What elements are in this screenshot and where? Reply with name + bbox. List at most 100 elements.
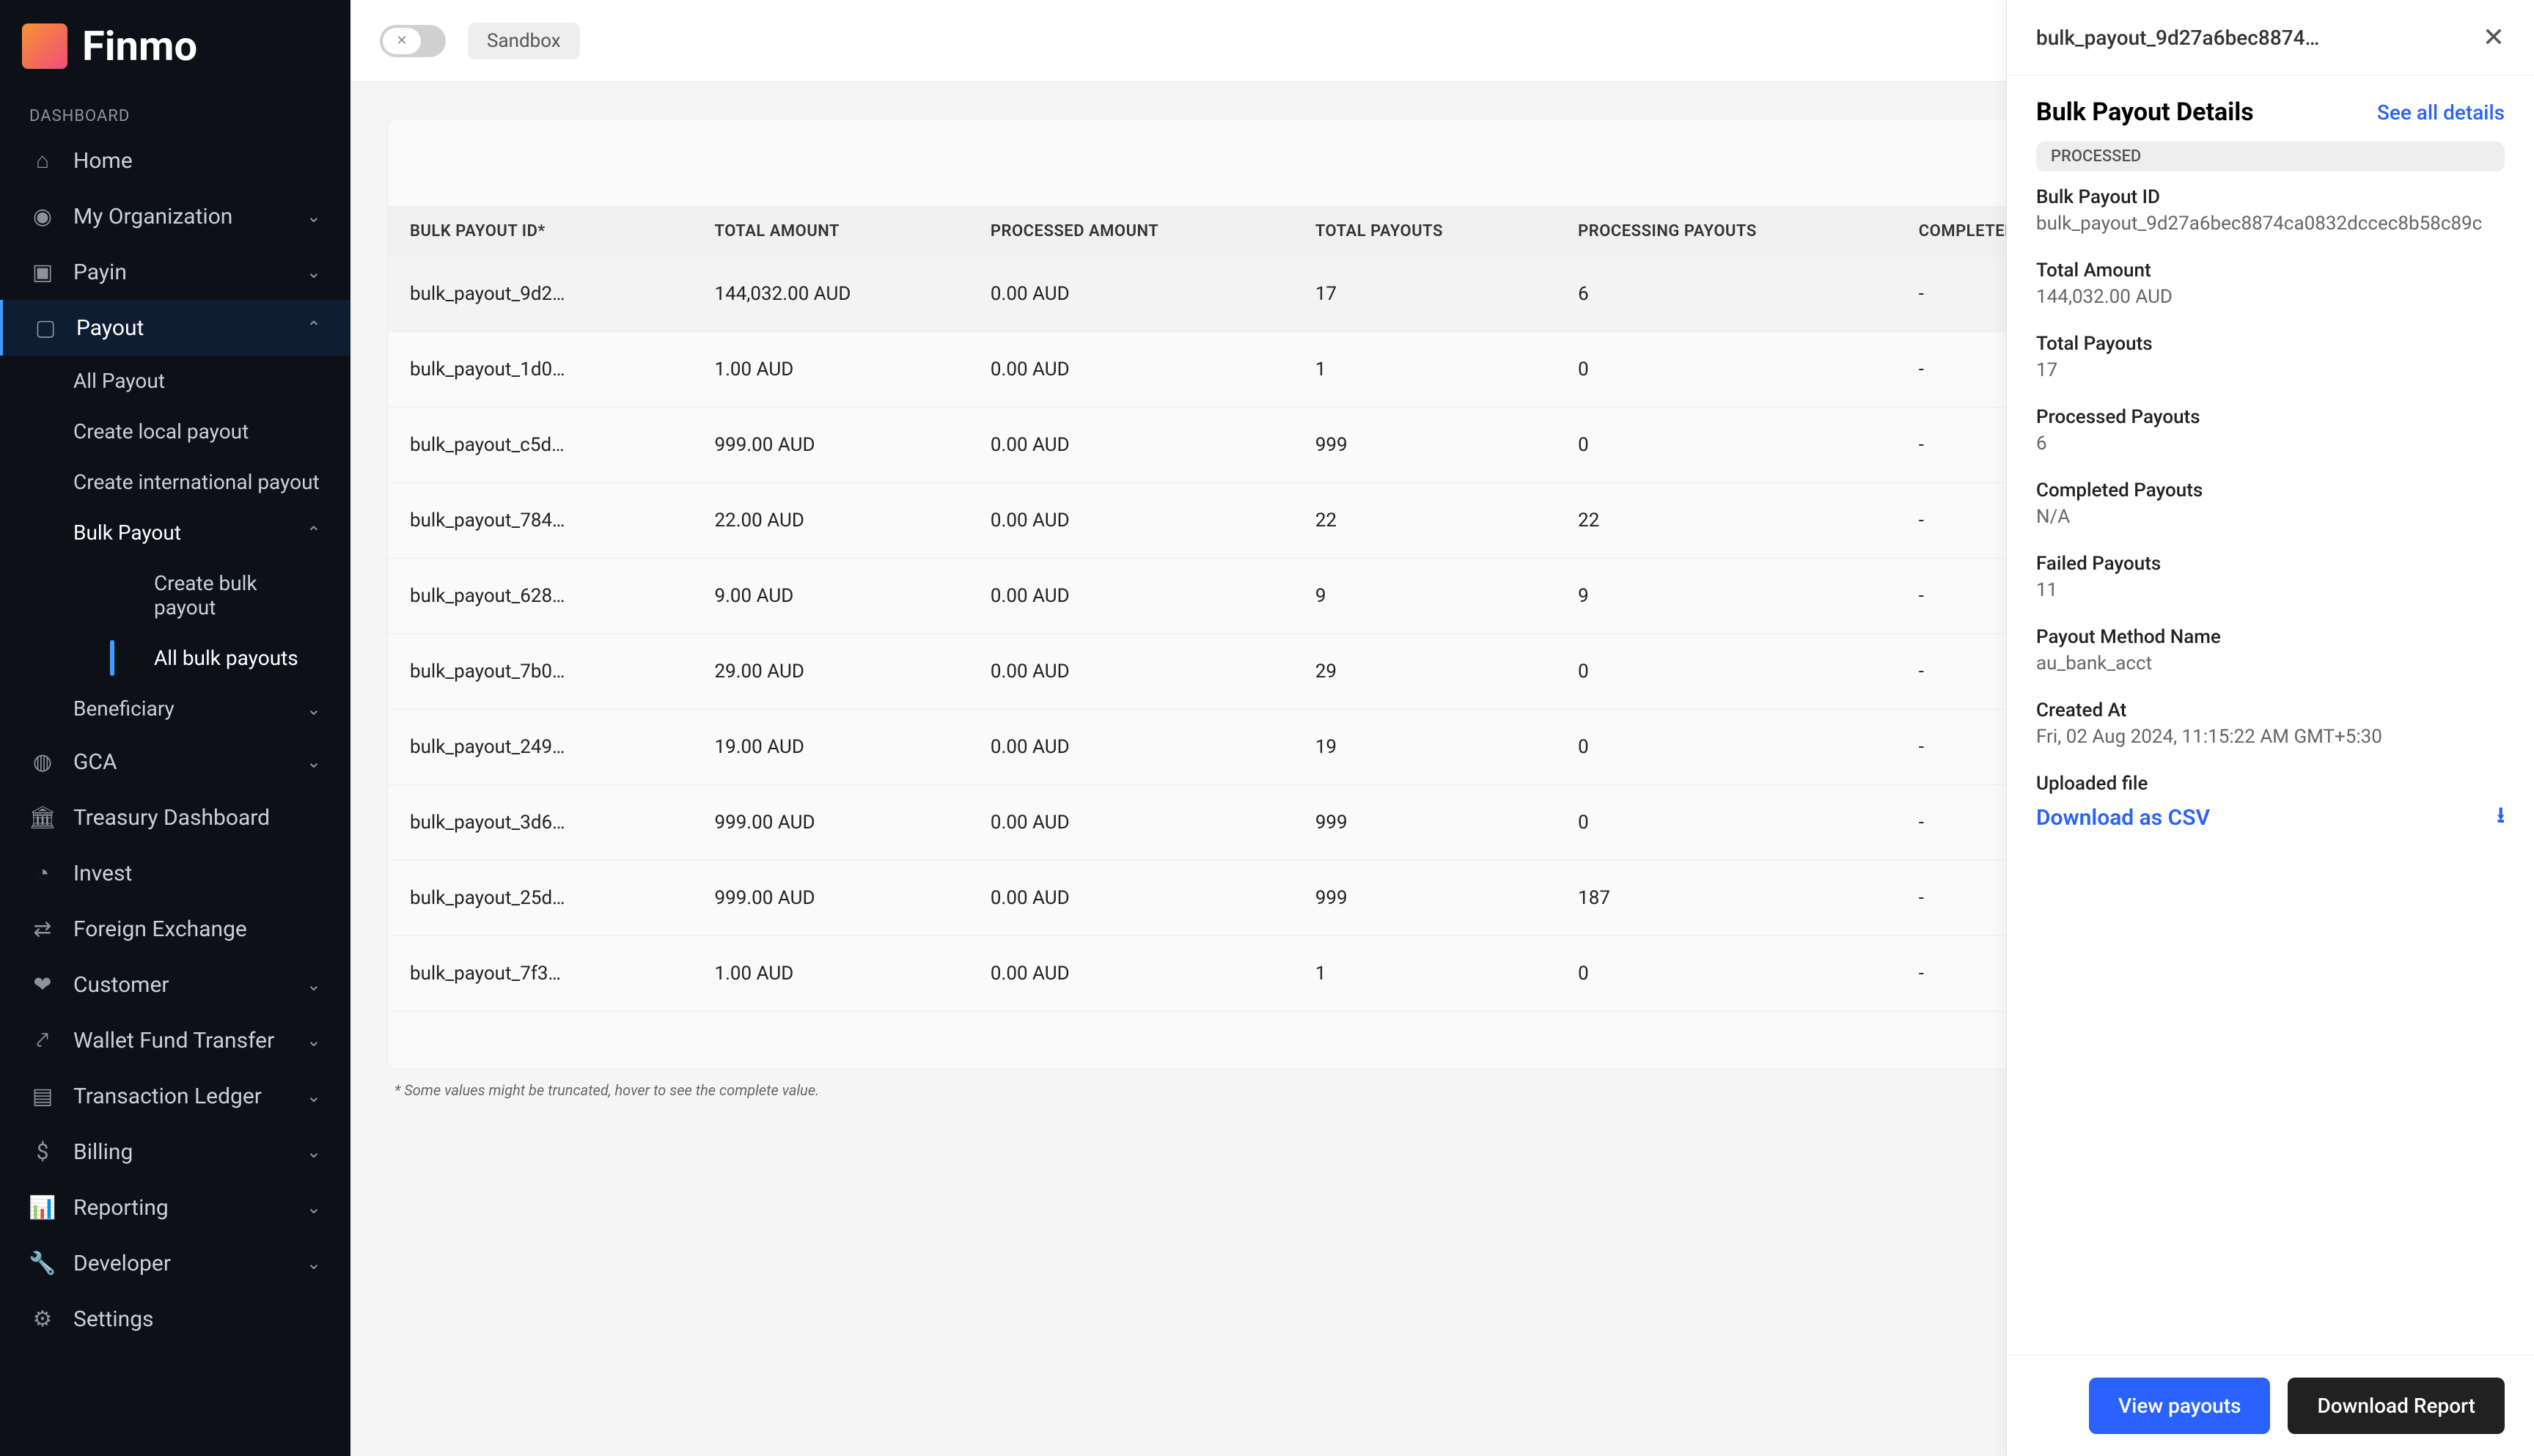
table-header[interactable]: TOTAL AMOUNT — [692, 206, 968, 257]
table-cell: 999.00 AUD — [692, 785, 968, 861]
table-cell: 0 — [1556, 332, 1897, 408]
detail-item: Bulk Payout IDbulk_payout_9d27a6bec8874c… — [2036, 186, 2505, 235]
nav-all-bulk-payouts[interactable]: All bulk payouts — [110, 633, 350, 683]
nav-home[interactable]: ⌂ Home — [0, 133, 350, 188]
brand-logo[interactable]: Finmo — [0, 0, 350, 100]
table-header[interactable]: PROCESSING PAYOUTS — [1556, 206, 1897, 257]
payout-icon: ▢ — [32, 315, 59, 341]
table-cell: 29.00 AUD — [692, 634, 968, 710]
detail-value: N/A — [2036, 506, 2505, 528]
chevron-down-icon: ⌄ — [306, 206, 321, 227]
details-drawer: bulk_payout_9d27a6bec8874… ✕ Bulk Payout… — [2006, 0, 2534, 1456]
detail-label: Failed Payouts — [2036, 553, 2505, 575]
home-icon: ⌂ — [29, 147, 56, 174]
nav-create-local-payout[interactable]: Create local payout — [73, 406, 350, 457]
nav-create-bulk-payout[interactable]: Create bulk payout — [110, 558, 350, 633]
chevron-down-icon: ⌄ — [306, 1197, 321, 1218]
download-csv-link[interactable]: Download as CSV ⭳ — [2036, 799, 2505, 837]
nav-settings[interactable]: ⚙Settings — [0, 1291, 350, 1347]
table-cell: 0.00 AUD — [969, 483, 1293, 559]
detail-item: Processed Payouts6 — [2036, 406, 2505, 455]
detail-value: 144,032.00 AUD — [2036, 286, 2505, 308]
reporting-icon: 📊 — [29, 1194, 56, 1221]
table-cell: bulk_payout_249… — [388, 710, 692, 785]
nav-ledger[interactable]: ▤Transaction Ledger⌄ — [0, 1068, 350, 1124]
drawer-title: bulk_payout_9d27a6bec8874… — [2036, 26, 2319, 50]
download-report-button[interactable]: Download Report — [2288, 1378, 2505, 1434]
detail-item: Completed PayoutsN/A — [2036, 479, 2505, 528]
table-cell: 0.00 AUD — [969, 408, 1293, 483]
nav-payin[interactable]: ▣ Payin ⌄ — [0, 244, 350, 300]
table-cell: 0.00 AUD — [969, 332, 1293, 408]
close-icon[interactable]: ✕ — [2483, 22, 2505, 53]
see-all-details-link[interactable]: See all details — [2377, 100, 2505, 125]
table-cell: 0 — [1556, 710, 1897, 785]
uploaded-file-label: Uploaded file — [2036, 773, 2505, 795]
chevron-up-icon: ⌃ — [306, 317, 321, 338]
nav-gca[interactable]: ◍GCA⌄ — [0, 734, 350, 790]
table-cell: 0 — [1556, 634, 1897, 710]
logo-mark-icon — [22, 23, 67, 69]
detail-value: 6 — [2036, 433, 2505, 455]
table-cell: bulk_payout_25d… — [388, 861, 692, 936]
nav-treasury[interactable]: 🏛Treasury Dashboard — [0, 790, 350, 845]
nav-wallet-transfer[interactable]: ⤤Wallet Fund Transfer⌄ — [0, 1012, 350, 1068]
chevron-down-icon: ⌄ — [306, 1141, 321, 1162]
table-cell: 1.00 AUD — [692, 332, 968, 408]
table-cell: 6 — [1556, 257, 1897, 332]
table-header[interactable]: PROCESSED AMOUNT — [969, 206, 1293, 257]
view-payouts-button[interactable]: View payouts — [2089, 1378, 2270, 1434]
nav-fx[interactable]: ⇄Foreign Exchange — [0, 901, 350, 957]
nav-reporting[interactable]: 📊Reporting⌄ — [0, 1180, 350, 1235]
nav-beneficiary[interactable]: Beneficiary ⌄ — [73, 683, 350, 734]
detail-value: 17 — [2036, 359, 2505, 381]
detail-item: Created AtFri, 02 Aug 2024, 11:15:22 AM … — [2036, 699, 2505, 748]
table-cell: 9 — [1556, 559, 1897, 634]
nav-bulk-payout[interactable]: Bulk Payout ⌃ — [73, 507, 350, 558]
table-cell: 22.00 AUD — [692, 483, 968, 559]
table-cell: 9 — [1293, 559, 1556, 634]
table-cell: 999 — [1293, 785, 1556, 861]
payin-icon: ▣ — [29, 259, 56, 285]
nav-payout[interactable]: ▢ Payout ⌃ — [0, 300, 350, 356]
sandbox-toggle[interactable] — [380, 25, 446, 57]
nav-customer[interactable]: ❤Customer⌄ — [0, 957, 350, 1012]
table-cell: bulk_payout_1d0… — [388, 332, 692, 408]
table-cell: bulk_payout_7b0… — [388, 634, 692, 710]
detail-value: 11 — [2036, 579, 2505, 601]
table-header[interactable]: TOTAL PAYOUTS — [1293, 206, 1556, 257]
detail-label: Payout Method Name — [2036, 626, 2505, 648]
table-cell: 144,032.00 AUD — [692, 257, 968, 332]
table-cell: 1 — [1293, 936, 1556, 1012]
table-cell: 1.00 AUD — [692, 936, 968, 1012]
developer-icon: 🔧 — [29, 1250, 56, 1276]
table-cell: 0.00 AUD — [969, 257, 1293, 332]
chevron-down-icon: ⌄ — [306, 751, 321, 772]
nav-billing[interactable]: $Billing⌄ — [0, 1124, 350, 1180]
drawer-heading: Bulk Payout Details — [2036, 98, 2254, 127]
table-cell: 0.00 AUD — [969, 785, 1293, 861]
treasury-icon: 🏛 — [29, 804, 56, 831]
chevron-down-icon: ⌄ — [306, 1030, 321, 1051]
table-cell: bulk_payout_9d2… — [388, 257, 692, 332]
table-cell: 22 — [1556, 483, 1897, 559]
table-header[interactable]: BULK PAYOUT ID* — [388, 206, 692, 257]
chevron-down-icon: ⌄ — [306, 974, 321, 995]
nav-my-organization[interactable]: ◉ My Organization ⌄ — [0, 188, 350, 244]
chevron-down-icon: ⌄ — [306, 1253, 321, 1273]
nav-create-intl-payout[interactable]: Create international payout — [73, 457, 350, 507]
nav-all-payout[interactable]: All Payout — [73, 356, 350, 406]
chevron-down-icon: ⌄ — [306, 262, 321, 282]
org-icon: ◉ — [29, 203, 56, 229]
download-icon: ⭳ — [2497, 799, 2505, 837]
sandbox-chip: Sandbox — [468, 23, 580, 59]
nav-home-label: Home — [73, 148, 133, 174]
table-cell: 22 — [1293, 483, 1556, 559]
detail-item: Total Amount144,032.00 AUD — [2036, 260, 2505, 308]
table-cell: 187 — [1556, 861, 1897, 936]
table-cell: 999.00 AUD — [692, 861, 968, 936]
nav-developer[interactable]: 🔧Developer⌄ — [0, 1235, 350, 1291]
table-cell: 0.00 AUD — [969, 559, 1293, 634]
table-cell: 0 — [1556, 785, 1897, 861]
nav-invest[interactable]: ◔Invest — [0, 845, 350, 901]
